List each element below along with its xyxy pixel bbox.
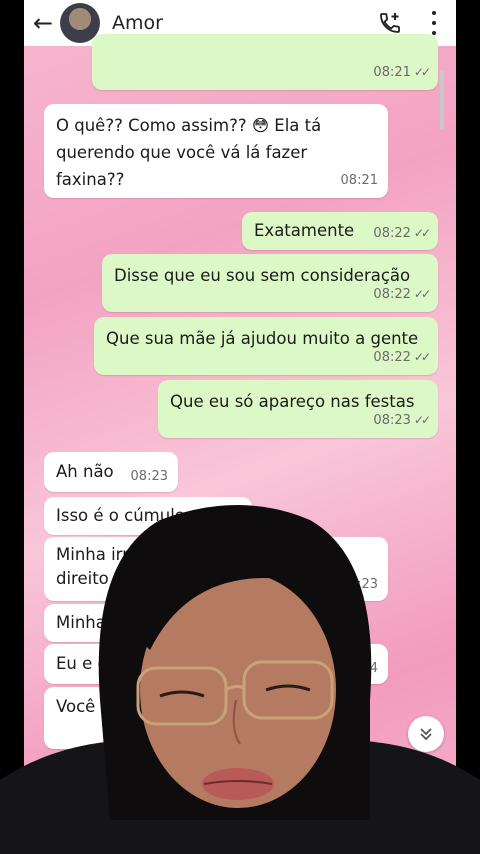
message-text: Exatamente — [254, 221, 355, 240]
message-text: O quê?? Como assim?? 😳 Ela tá querendo q… — [56, 116, 322, 189]
message-time: 08:22 — [373, 226, 411, 241]
message-bubble[interactable]: Disse que eu sou sem consideração 08:22 ✓… — [102, 254, 438, 312]
more-options-button[interactable] — [430, 11, 438, 35]
message-bubble[interactable]: O quê?? Como assim?? 😳 Ela tá querendo q… — [44, 104, 388, 198]
contact-name[interactable]: Amor — [112, 12, 163, 34]
message-text: Ah não — [56, 462, 114, 481]
message-text: Minha — [56, 613, 106, 632]
message-bubble[interactable]: Minha — [44, 604, 224, 642]
message-bubble[interactable]: Você n — [44, 687, 364, 749]
read-ticks-icon: ✓✓ — [413, 65, 431, 79]
chat-screen: ← Amor 08:21 ✓✓ O quê?? Como assim?? 😳 El… — [24, 0, 456, 854]
message-text: Isso é o cúmulo — [56, 506, 185, 525]
double-chevron-down-icon — [420, 728, 432, 741]
scrollbar[interactable] — [440, 70, 444, 130]
message-time: 08:23 — [373, 413, 411, 428]
read-ticks-icon: ✓✓ — [413, 350, 431, 364]
read-ticks-icon: ✓✓ — [413, 226, 431, 240]
read-ticks-icon: ✓✓ — [413, 413, 431, 427]
read-ticks-icon: ✓✓ — [413, 287, 431, 301]
message-text: Minha irm — [56, 545, 139, 564]
add-call-button[interactable] — [378, 11, 402, 35]
message-bubble[interactable]: 08:21 ✓✓ — [92, 34, 438, 90]
message-bubble[interactable]: Que eu só apareço nas festas 08:23 ✓✓ — [158, 380, 438, 438]
message-time: 08:22 — [373, 350, 411, 365]
message-time: 08:21 — [340, 173, 378, 188]
message-time: 08:23 — [340, 577, 378, 592]
message-bubble[interactable]: Isso é o cúmulo — [44, 497, 252, 535]
message-time: 08:21 — [373, 65, 411, 80]
message-bubble[interactable]: Que sua mãe já ajudou muito a gente 08:2… — [94, 317, 438, 375]
message-text: direito d — [56, 569, 125, 588]
message-time: 08:22 — [373, 287, 411, 302]
back-button[interactable]: ← — [26, 0, 60, 46]
message-bubble[interactable]: Exatamente 08:22 ✓✓ — [242, 212, 438, 250]
message-bubble[interactable]: Minha irm direito d 08:23 — [44, 537, 388, 601]
message-text: Você n — [56, 697, 112, 716]
message-time: 08:23 — [130, 469, 168, 484]
phone-add-icon — [380, 13, 400, 33]
scroll-to-bottom-button[interactable] — [408, 716, 444, 752]
message-bubble[interactable]: Ah não 08:23 — [44, 452, 178, 492]
more-vertical-icon — [432, 11, 436, 15]
message-text: Eu e ela — [56, 654, 123, 673]
message-list[interactable]: 08:21 ✓✓ O quê?? Como assim?? 😳 Ela tá qu… — [24, 34, 456, 854]
message-time: 8:24 — [348, 661, 378, 676]
message-bubble[interactable]: Eu e ela 8:24 — [44, 644, 388, 684]
arrow-left-icon: ← — [32, 9, 54, 37]
